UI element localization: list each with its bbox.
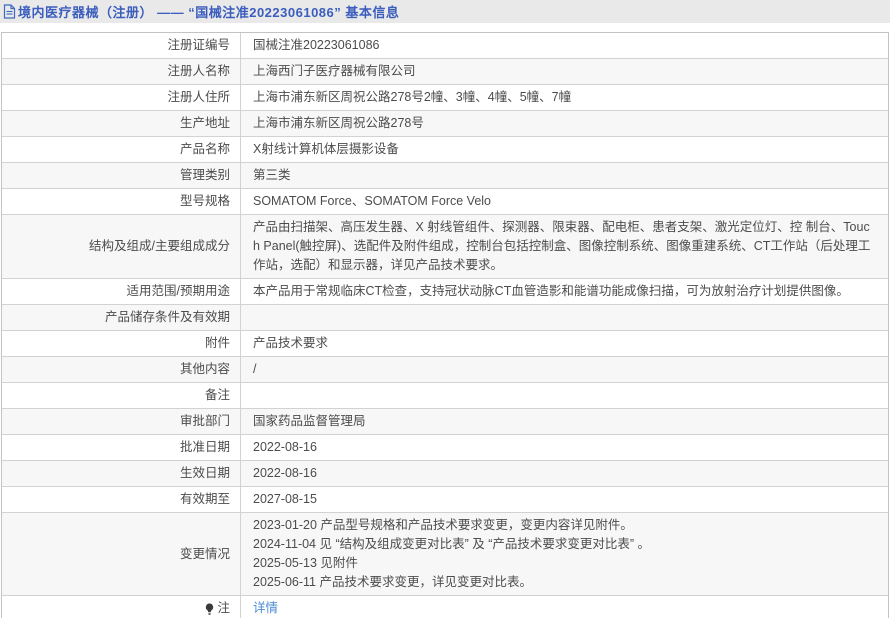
bulb-icon — [204, 603, 215, 616]
row-label: 管理类别 — [2, 163, 241, 188]
page-title: 境内医疗器械（注册） —— “国械注准20223061086” 基本信息 — [18, 2, 399, 21]
row-value: 2022-08-16 — [241, 435, 888, 460]
row-label: 有效期至 — [2, 487, 241, 512]
row-label: 审批部门 — [2, 409, 241, 434]
row-value: 2022-08-16 — [241, 461, 888, 486]
row-value: X射线计算机体层摄影设备 — [241, 137, 888, 162]
row-label: 变更情况 — [2, 513, 241, 595]
row-value: 2027-08-15 — [241, 487, 888, 512]
row-label: 适用范围/预期用途 — [2, 279, 241, 304]
row-label: 注 — [2, 596, 241, 618]
row-value: / — [241, 357, 888, 382]
document-icon — [3, 4, 16, 19]
row-value: 第三类 — [241, 163, 888, 188]
detail-link[interactable]: 详情 — [253, 599, 876, 618]
row-label: 结构及组成/主要组成成分 — [2, 215, 241, 278]
table-row: 管理类别第三类 — [2, 163, 888, 189]
row-value: 产品由扫描架、高压发生器、X 射线管组件、探测器、限束器、配电柜、患者支架、激光… — [241, 215, 888, 278]
row-label: 生效日期 — [2, 461, 241, 486]
row-value: 产品技术要求 — [241, 331, 888, 356]
row-label: 产品名称 — [2, 137, 241, 162]
row-label: 备注 — [2, 383, 241, 408]
table-row: 结构及组成/主要组成成分产品由扫描架、高压发生器、X 射线管组件、探测器、限束器… — [2, 215, 888, 279]
row-value-line: 2023-01-20 产品型号规格和产品技术要求变更，变更内容详见附件。 — [253, 516, 876, 535]
table-row: 注详情 — [2, 596, 888, 618]
row-value-line: 2025-06-11 产品技术要求变更，详见变更对比表。 — [253, 573, 876, 592]
table-row: 注册证编号国械注准20223061086 — [2, 33, 888, 59]
table-row: 适用范围/预期用途本产品用于常规临床CT检查，支持冠状动脉CT血管造影和能谱功能… — [2, 279, 888, 305]
table-row: 注册人住所上海市浦东新区周祝公路278号2幢、3幢、4幢、5幢、7幢 — [2, 85, 888, 111]
table-row: 产品储存条件及有效期 — [2, 305, 888, 331]
row-label: 产品储存条件及有效期 — [2, 305, 241, 330]
table-row: 型号规格SOMATOM Force、SOMATOM Force Velo — [2, 189, 888, 215]
row-label: 生产地址 — [2, 111, 241, 136]
row-value — [241, 383, 888, 408]
row-value-line: 2024-11-04 见 “结构及组成变更对比表” 及 “产品技术要求变更对比表… — [253, 535, 876, 554]
row-label: 其他内容 — [2, 357, 241, 382]
row-value: 上海市浦东新区周祝公路278号2幢、3幢、4幢、5幢、7幢 — [241, 85, 888, 110]
row-label: 注册证编号 — [2, 33, 241, 58]
table-row: 其他内容/ — [2, 357, 888, 383]
row-value: 上海西门子医疗器械有限公司 — [241, 59, 888, 84]
table-row: 注册人名称上海西门子医疗器械有限公司 — [2, 59, 888, 85]
row-label: 注册人名称 — [2, 59, 241, 84]
row-value: 国械注准20223061086 — [241, 33, 888, 58]
row-value: 详情 — [241, 596, 888, 618]
row-value: 2023-01-20 产品型号规格和产品技术要求变更，变更内容详见附件。2024… — [241, 513, 888, 595]
table-row: 产品名称X射线计算机体层摄影设备 — [2, 137, 888, 163]
info-table: 注册证编号国械注准20223061086注册人名称上海西门子医疗器械有限公司注册… — [1, 32, 889, 618]
row-value-line: 2025-05-13 见附件 — [253, 554, 876, 573]
table-row: 有效期至2027-08-15 — [2, 487, 888, 513]
table-row: 生产地址上海市浦东新区周祝公路278号 — [2, 111, 888, 137]
page-header: 境内医疗器械（注册） —— “国械注准20223061086” 基本信息 — [0, 0, 890, 23]
row-label: 附件 — [2, 331, 241, 356]
row-value: 上海市浦东新区周祝公路278号 — [241, 111, 888, 136]
table-row: 审批部门国家药品监督管理局 — [2, 409, 888, 435]
table-row: 生效日期2022-08-16 — [2, 461, 888, 487]
table-row: 变更情况2023-01-20 产品型号规格和产品技术要求变更，变更内容详见附件。… — [2, 513, 888, 596]
row-label: 型号规格 — [2, 189, 241, 214]
row-label: 注册人住所 — [2, 85, 241, 110]
table-row: 附件产品技术要求 — [2, 331, 888, 357]
row-value: 本产品用于常规临床CT检查，支持冠状动脉CT血管造影和能谱功能成像扫描，可为放射… — [241, 279, 888, 304]
table-row: 备注 — [2, 383, 888, 409]
row-value: SOMATOM Force、SOMATOM Force Velo — [241, 189, 888, 214]
table-row: 批准日期2022-08-16 — [2, 435, 888, 461]
row-value — [241, 305, 888, 330]
row-label: 批准日期 — [2, 435, 241, 460]
row-value: 国家药品监督管理局 — [241, 409, 888, 434]
